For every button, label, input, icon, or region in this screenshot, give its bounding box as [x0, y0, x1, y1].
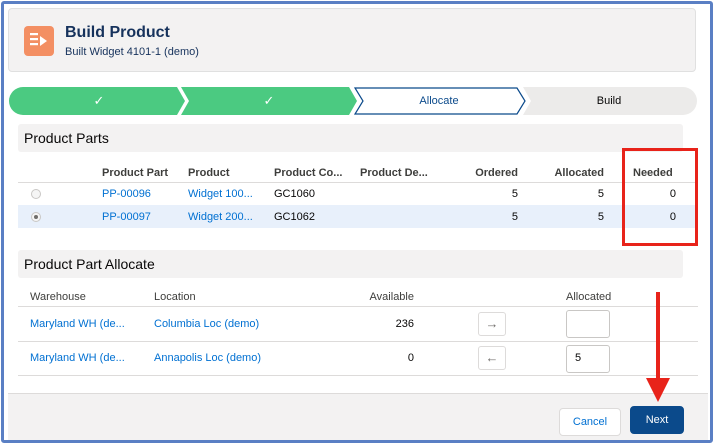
- cancel-button[interactable]: Cancel: [559, 408, 621, 436]
- needed-column-highlight: [622, 148, 698, 246]
- warehouse-link[interactable]: Maryland WH (de...: [30, 318, 125, 330]
- build-product-icon: [24, 26, 54, 56]
- product-part-link[interactable]: PP-00096: [102, 188, 151, 200]
- product-parts-title: Product Parts: [24, 130, 109, 146]
- product-parts-header: Product Parts: [18, 124, 683, 152]
- product-code: GC1062: [274, 211, 315, 223]
- allocated-value: 5: [597, 188, 604, 200]
- col-location[interactable]: Location: [154, 291, 196, 303]
- divider: [18, 182, 698, 183]
- product-link[interactable]: Widget 100...: [188, 188, 253, 200]
- col-product-part[interactable]: Product Part: [102, 167, 168, 179]
- divider: [18, 375, 698, 376]
- location-link[interactable]: Annapolis Loc (demo): [154, 352, 261, 364]
- col-product-desc[interactable]: Product De...: [360, 167, 428, 179]
- path-step-1-check[interactable]: ✓: [79, 93, 119, 109]
- location-link[interactable]: Columbia Loc (demo): [154, 318, 259, 330]
- available-value: 0: [407, 352, 414, 364]
- page-header: Build Product Built Widget 4101-1 (demo): [8, 8, 696, 72]
- col-ordered[interactable]: Ordered: [444, 167, 518, 179]
- annotation-arrow-down-icon: [646, 292, 670, 402]
- path-step-2-check[interactable]: ✓: [249, 93, 289, 109]
- build-product-window: Build Product Built Widget 4101-1 (demo)…: [1, 1, 713, 443]
- product-part-allocate-header: Product Part Allocate: [18, 250, 683, 278]
- available-value: 236: [395, 318, 414, 330]
- page-title: Build Product: [65, 24, 170, 41]
- ordered-value: 5: [511, 188, 518, 200]
- divider: [18, 341, 698, 342]
- ordered-value: 5: [511, 211, 518, 223]
- col-available[interactable]: Available: [344, 291, 414, 303]
- product-part-link[interactable]: PP-00097: [102, 211, 151, 223]
- col-allocated[interactable]: Allocated: [530, 167, 604, 179]
- allocated-value: 5: [597, 211, 604, 223]
- allocated-qty-input[interactable]: [566, 310, 610, 338]
- col-product[interactable]: Product: [188, 167, 230, 179]
- col-product-code[interactable]: Product Co...: [274, 167, 342, 179]
- next-button[interactable]: Next: [630, 406, 684, 434]
- divider: [18, 306, 698, 307]
- row-radio-selected[interactable]: [31, 212, 41, 222]
- path-step-allocate[interactable]: Allocate: [389, 95, 489, 107]
- product-link[interactable]: Widget 200...: [188, 211, 253, 223]
- row-radio[interactable]: [31, 189, 41, 199]
- product-part-allocate-title: Product Part Allocate: [24, 256, 155, 272]
- product-code: GC1060: [274, 188, 315, 200]
- progress-path: ✓ ✓ Allocate Build: [9, 87, 697, 115]
- move-right-arrow-button[interactable]: →: [478, 312, 506, 336]
- path-step-build[interactable]: Build: [559, 95, 659, 107]
- col-warehouse[interactable]: Warehouse: [30, 291, 86, 303]
- move-left-arrow-button[interactable]: ←: [478, 346, 506, 370]
- warehouse-link[interactable]: Maryland WH (de...: [30, 352, 125, 364]
- page-subtitle: Built Widget 4101-1 (demo): [65, 46, 199, 58]
- allocated-qty-input[interactable]: 5: [566, 345, 610, 373]
- col-allocated-qty[interactable]: Allocated: [566, 291, 611, 303]
